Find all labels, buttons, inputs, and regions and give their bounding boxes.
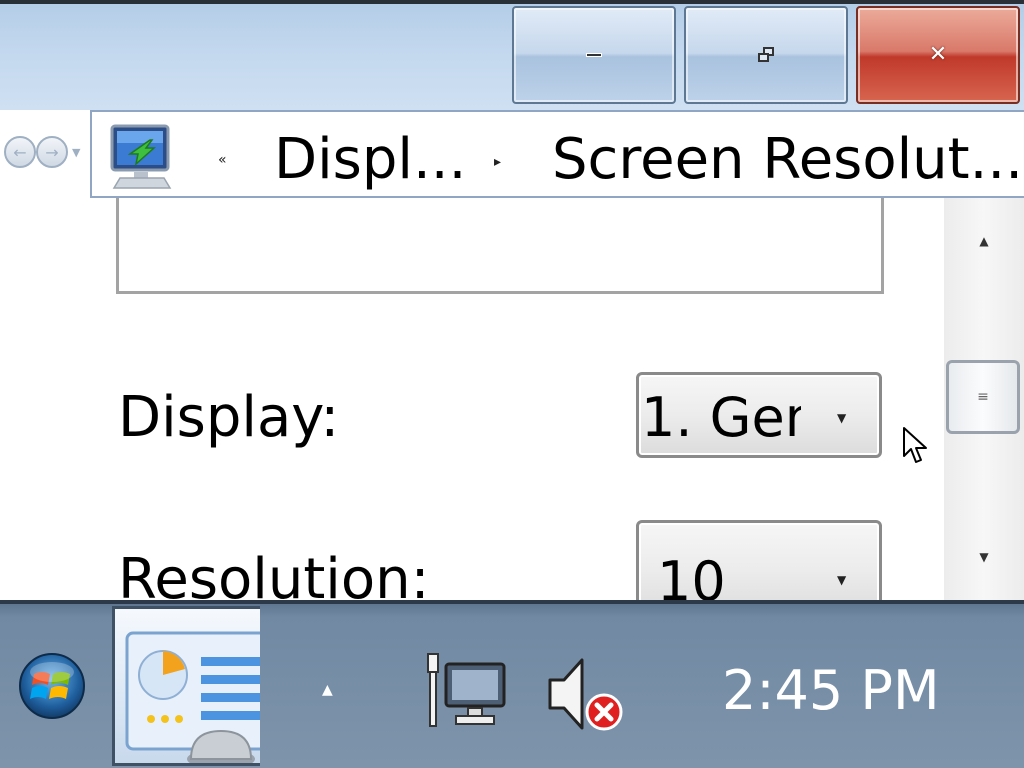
- show-hidden-icons-button[interactable]: ▲: [322, 682, 333, 698]
- scroll-up-button[interactable]: ▲: [944, 198, 1024, 284]
- scroll-down-button[interactable]: ▼: [944, 514, 1024, 600]
- display-dropdown[interactable]: 1. Gen ▼: [636, 372, 882, 458]
- display-label: Display:: [118, 385, 340, 450]
- resolution-dropdown-value: 10: [657, 555, 726, 600]
- vertical-scrollbar[interactable]: ▲ ≡ ▼: [944, 198, 1024, 600]
- chevron-down-icon: ▼: [837, 573, 847, 587]
- back-button[interactable]: ←: [4, 136, 36, 168]
- forward-arrow-icon: →: [45, 142, 59, 162]
- taskbar-control-panel-window[interactable]: [112, 606, 260, 766]
- start-button[interactable]: [18, 652, 86, 720]
- mouse-pointer-icon: [903, 427, 927, 463]
- system-clock[interactable]: 2:45 PM: [722, 664, 940, 718]
- resolution-dropdown[interactable]: 10 ▼: [636, 520, 882, 600]
- minimize-icon: [586, 53, 602, 57]
- window-title-bar: ✕: [0, 0, 1024, 110]
- content-area: Display: 1. Gen ▼ Resolution: 10 ▼: [0, 198, 944, 600]
- close-button[interactable]: ✕: [856, 6, 1020, 104]
- volume-muted-icon[interactable]: [544, 654, 626, 734]
- recent-pages-dropdown-icon[interactable]: ▼: [72, 146, 80, 159]
- restore-button[interactable]: [684, 6, 848, 104]
- scrollbar-thumb[interactable]: ≡: [946, 360, 1020, 434]
- scroll-up-arrow-icon: ▲: [979, 234, 989, 248]
- taskbar: ▲ 2:45 PM: [0, 600, 1024, 768]
- scroll-down-arrow-icon: ▼: [979, 550, 989, 564]
- monitor-preview-area[interactable]: [116, 198, 884, 294]
- address-bar[interactable]: « Displ... ▸ Screen Resolut...: [90, 110, 1024, 198]
- close-icon: ✕: [928, 42, 948, 67]
- network-icon[interactable]: [424, 652, 508, 730]
- breadcrumb-separator[interactable]: ▸: [494, 154, 501, 170]
- breadcrumb-screen-resolution[interactable]: Screen Resolut...: [552, 132, 1023, 188]
- breadcrumb-display[interactable]: Displ...: [274, 132, 466, 188]
- grip-icon: ≡: [977, 389, 989, 405]
- display-dropdown-value: 1. Gen: [641, 391, 801, 445]
- minimize-button[interactable]: [512, 6, 676, 104]
- forward-button[interactable]: →: [36, 136, 68, 168]
- back-arrow-icon: ←: [13, 142, 27, 162]
- chevron-down-icon: ▼: [837, 411, 847, 425]
- restore-icon: [757, 46, 775, 64]
- control-panel-icon: [125, 631, 260, 763]
- navigation-buttons: ← → ▼: [0, 130, 90, 174]
- breadcrumb-overflow-button[interactable]: «: [218, 152, 227, 168]
- resolution-label: Resolution:: [118, 547, 430, 601]
- display-settings-icon: [110, 124, 172, 189]
